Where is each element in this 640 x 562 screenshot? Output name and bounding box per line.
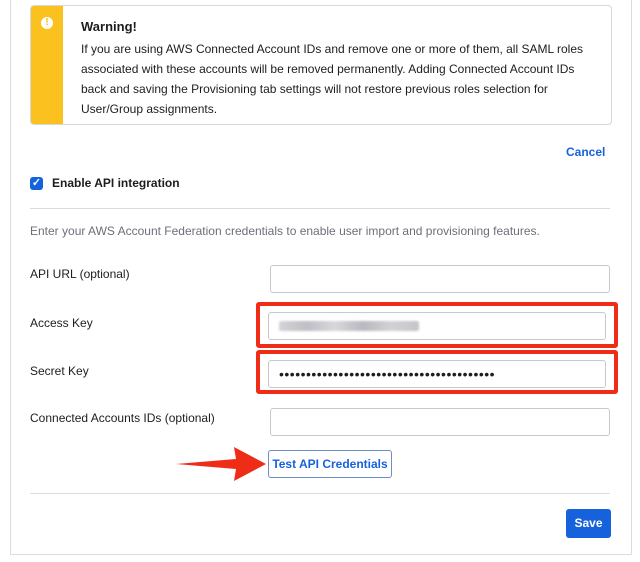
cancel-link[interactable]: Cancel [566,145,605,159]
secret-key-input[interactable]: •••••••••••••••••••••••••••••••••••••••• [268,360,606,388]
test-api-credentials-button[interactable]: Test API Credentials [268,450,392,478]
exclamation-icon: ! [41,17,53,29]
access-key-input[interactable] [268,312,606,340]
warning-title: Warning! [81,19,137,34]
save-button[interactable]: Save [566,509,611,538]
enable-api-label: Enable API integration [52,176,180,190]
access-key-label: Access Key [30,316,93,330]
footer-divider [30,493,610,494]
arrow-icon [176,447,266,481]
redacted-value [279,321,419,331]
secret-key-value: •••••••••••••••••••••••••••••••••••••••• [279,366,496,382]
api-url-input[interactable] [270,265,610,293]
warning-bar: ! [31,6,63,124]
enable-api-checkbox[interactable]: ✓ [30,177,43,190]
warning-callout: ! Warning! If you are using AWS Connecte… [30,5,612,125]
divider [30,208,610,209]
api-url-label: API URL (optional) [30,267,130,281]
secret-key-label: Secret Key [30,364,89,378]
credentials-description: Enter your AWS Account Federation creden… [30,224,540,238]
connected-accounts-input[interactable] [270,408,610,436]
connected-accounts-label: Connected Accounts IDs (optional) [30,411,215,425]
warning-message: If you are using AWS Connected Account I… [81,42,584,116]
